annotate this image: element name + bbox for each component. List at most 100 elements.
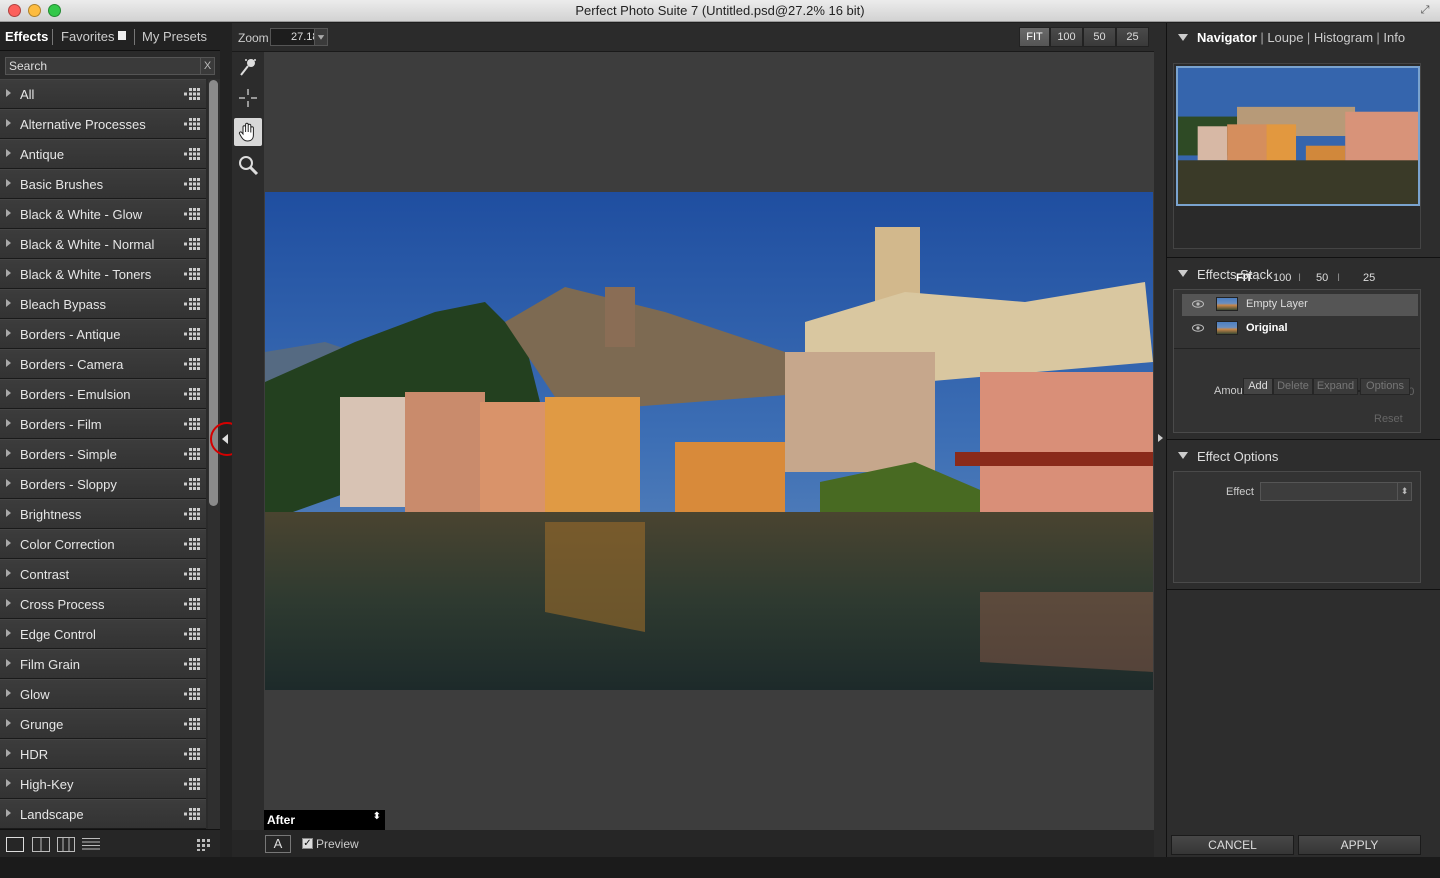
preset-grid-icon[interactable] — [184, 238, 200, 250]
triangle-right-icon[interactable] — [6, 509, 11, 517]
zoom-100-button[interactable]: 100 — [1050, 27, 1083, 47]
category-item[interactable]: Antique — [0, 139, 206, 169]
tab-favorites[interactable]: Favorites — [61, 29, 127, 44]
triangle-right-icon[interactable] — [6, 749, 11, 757]
category-item[interactable]: Black & White - Normal — [0, 229, 206, 259]
preset-grid-icon[interactable] — [184, 808, 200, 820]
triangle-right-icon[interactable] — [6, 149, 11, 157]
grid-options-icon[interactable] — [196, 837, 214, 852]
category-item[interactable]: Black & White - Toners — [0, 259, 206, 289]
category-item[interactable]: Brightness — [0, 499, 206, 529]
category-item[interactable]: High-Key — [0, 769, 206, 799]
triangle-right-icon[interactable] — [6, 599, 11, 607]
category-item[interactable]: Basic Brushes — [0, 169, 206, 199]
category-item[interactable]: All — [0, 79, 206, 109]
triangle-right-icon[interactable] — [6, 809, 11, 817]
split-view-icon[interactable] — [32, 837, 50, 852]
category-item[interactable]: Alternative Processes — [0, 109, 206, 139]
preset-grid-icon[interactable] — [184, 778, 200, 790]
preset-grid-icon[interactable] — [184, 208, 200, 220]
triangle-right-icon[interactable] — [6, 359, 11, 367]
layer-empty[interactable]: Empty Layer — [1182, 294, 1418, 316]
preset-grid-icon[interactable] — [184, 508, 200, 520]
category-item[interactable]: Borders - Sloppy — [0, 469, 206, 499]
tab-info[interactable]: Info — [1383, 30, 1405, 45]
preset-grid-icon[interactable] — [184, 658, 200, 670]
triangle-right-icon[interactable] — [6, 419, 11, 427]
category-item[interactable]: Cross Process — [0, 589, 206, 619]
category-item[interactable]: Edge Control — [0, 619, 206, 649]
preview-checkbox[interactable]: ✓ — [302, 838, 313, 849]
preset-grid-icon[interactable] — [184, 148, 200, 160]
triangle-right-icon[interactable] — [6, 179, 11, 187]
a-compare-button[interactable]: A — [265, 835, 291, 853]
crosshair-tool-icon[interactable] — [234, 84, 262, 112]
zoom-25-button[interactable]: 25 — [1116, 27, 1149, 47]
preset-grid-icon[interactable] — [184, 718, 200, 730]
preset-grid-icon[interactable] — [184, 358, 200, 370]
triangle-right-icon[interactable] — [6, 719, 11, 727]
apply-button[interactable]: APPLY — [1298, 835, 1421, 855]
category-item[interactable]: Landscape — [0, 799, 206, 829]
category-item[interactable]: HDR — [0, 739, 206, 769]
tab-navigator[interactable]: Navigator — [1197, 30, 1257, 45]
triple-view-icon[interactable] — [57, 837, 75, 852]
list-view-icon[interactable] — [82, 837, 100, 852]
preset-grid-icon[interactable] — [184, 298, 200, 310]
category-item[interactable]: Color Correction — [0, 529, 206, 559]
triangle-right-icon[interactable] — [6, 299, 11, 307]
preset-grid-icon[interactable] — [184, 748, 200, 760]
delete-button[interactable]: Delete — [1273, 378, 1313, 395]
zoom-field[interactable]: 27.18 — [270, 28, 328, 46]
navigator-thumbnail[interactable] — [1176, 66, 1420, 206]
triangle-right-icon[interactable] — [6, 539, 11, 547]
triangle-right-icon[interactable] — [6, 629, 11, 637]
category-item[interactable]: Borders - Antique — [0, 319, 206, 349]
preset-grid-icon[interactable] — [184, 268, 200, 280]
photo-preview[interactable] — [265, 192, 1153, 690]
fullscreen-icon[interactable]: ⤢ — [1418, 3, 1432, 17]
triangle-right-icon[interactable] — [6, 389, 11, 397]
triangle-right-icon[interactable] — [6, 779, 11, 787]
preset-grid-icon[interactable] — [184, 328, 200, 340]
cancel-button[interactable]: CANCEL — [1171, 835, 1294, 855]
eye-icon[interactable] — [1192, 300, 1204, 308]
preset-grid-icon[interactable] — [184, 538, 200, 550]
preset-grid-icon[interactable] — [184, 388, 200, 400]
category-item[interactable]: Grunge — [0, 709, 206, 739]
category-item[interactable]: Borders - Emulsion — [0, 379, 206, 409]
triangle-down-icon[interactable] — [1178, 452, 1188, 459]
triangle-right-icon[interactable] — [6, 449, 11, 457]
category-item[interactable]: Glow — [0, 679, 206, 709]
layer-original[interactable]: Original — [1182, 318, 1418, 340]
category-item[interactable]: Borders - Film — [0, 409, 206, 439]
triangle-down-icon[interactable] — [1178, 270, 1188, 277]
eye-icon[interactable] — [1192, 324, 1204, 332]
category-item[interactable]: Borders - Camera — [0, 349, 206, 379]
triangle-right-icon[interactable] — [6, 659, 11, 667]
tab-effects[interactable]: Effects — [5, 29, 48, 44]
preset-grid-icon[interactable] — [184, 628, 200, 640]
zoom-50-button[interactable]: 50 — [1083, 27, 1116, 47]
zoom-fit-button[interactable]: FIT — [1019, 27, 1050, 47]
tab-histogram[interactable]: Histogram — [1314, 30, 1373, 45]
triangle-right-icon[interactable] — [6, 89, 11, 97]
preset-grid-icon[interactable] — [184, 178, 200, 190]
preset-grid-icon[interactable] — [184, 478, 200, 490]
tab-my-presets[interactable]: My Presets — [142, 29, 207, 44]
add-button[interactable]: Add — [1243, 378, 1273, 395]
search-clear-button[interactable]: X — [200, 57, 215, 75]
triangle-right-icon[interactable] — [6, 269, 11, 277]
category-item[interactable]: Contrast — [0, 559, 206, 589]
category-item[interactable]: Borders - Simple — [0, 439, 206, 469]
triangle-right-icon[interactable] — [6, 479, 11, 487]
triangle-right-icon[interactable] — [6, 569, 11, 577]
preset-grid-icon[interactable] — [184, 88, 200, 100]
triangle-down-icon[interactable] — [1178, 34, 1188, 41]
reset-button[interactable]: Reset — [1374, 413, 1403, 425]
preset-grid-icon[interactable] — [184, 688, 200, 700]
brush-tool-icon[interactable] — [234, 54, 262, 82]
triangle-right-icon[interactable] — [6, 329, 11, 337]
triangle-right-icon[interactable] — [6, 209, 11, 217]
preset-grid-icon[interactable] — [184, 568, 200, 580]
